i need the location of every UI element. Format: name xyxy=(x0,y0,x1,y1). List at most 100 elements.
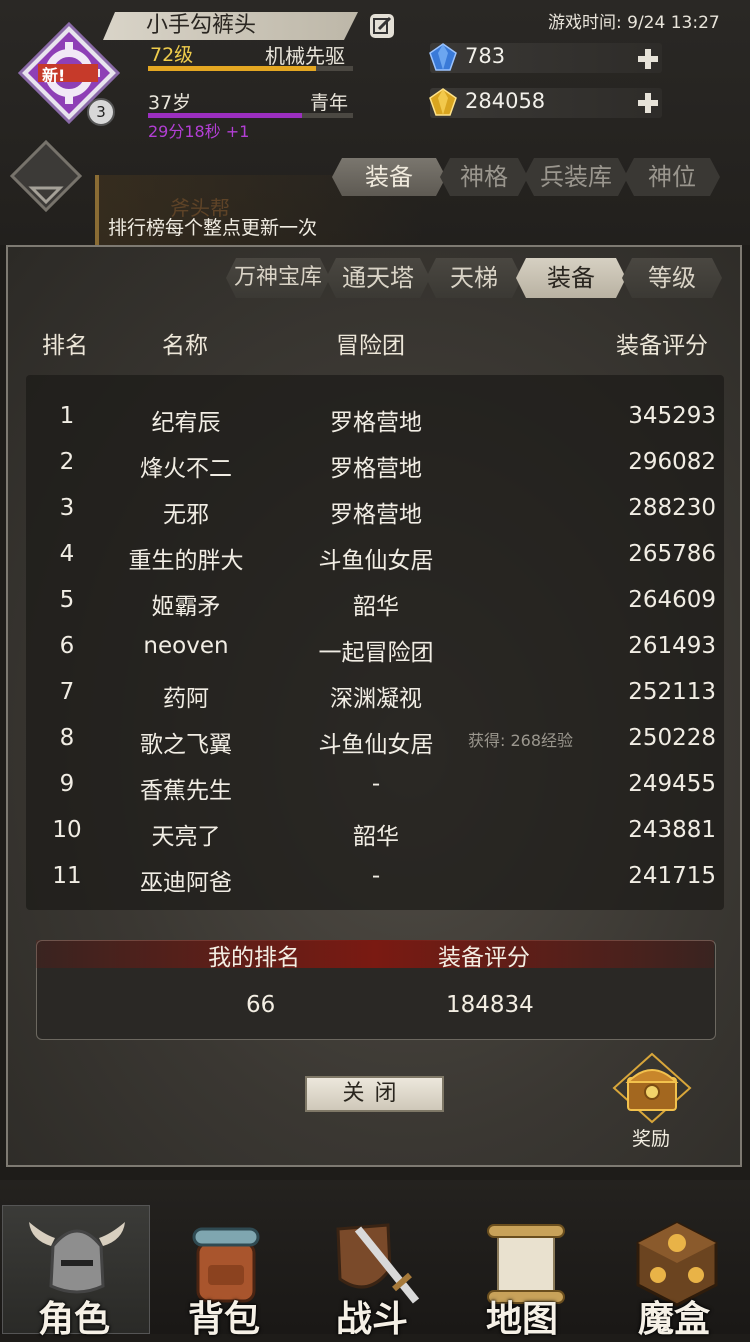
row-score: 345293 xyxy=(628,403,716,429)
top-tab-equipment[interactable]: 装备 xyxy=(332,158,446,196)
my-rank-value: 66 xyxy=(246,992,276,1018)
my-rank-header xyxy=(36,940,714,968)
rank-tab-equipment[interactable]: 装备 xyxy=(516,258,626,298)
row-score: 249455 xyxy=(628,771,716,797)
table-row[interactable]: 5 姬霸矛 韶华 264609 xyxy=(26,578,724,624)
edit-icon[interactable] xyxy=(368,12,396,40)
table-row[interactable]: 10 天亮了 韶华 243881 xyxy=(26,808,724,854)
row-name: 无邪 xyxy=(163,502,209,528)
table-row[interactable]: 1 纪宥辰 罗格营地 345293 xyxy=(26,394,724,440)
row-score: 264609 xyxy=(628,587,716,613)
row-guild: 斗鱼仙女居 xyxy=(318,548,434,574)
player-level: 72级 xyxy=(150,44,194,66)
my-rank-label: 我的排名 xyxy=(208,945,300,971)
player-age: 37岁 xyxy=(148,92,192,114)
close-button[interactable]: 关闭 xyxy=(305,1076,444,1112)
table-row[interactable]: 2 烽火不二 罗格营地 296082 xyxy=(26,440,724,486)
row-rank: 6 xyxy=(59,633,75,659)
treasure-chest-icon[interactable] xyxy=(612,1052,692,1124)
row-rank: 5 xyxy=(59,587,75,613)
player-class: 机械先驱 xyxy=(265,44,345,68)
top-tab-divinity[interactable]: 神格 xyxy=(440,158,528,196)
row-rank: 3 xyxy=(59,495,75,521)
row-rank: 11 xyxy=(52,863,82,889)
table-row[interactable]: 7 药阿 深渊凝视 252113 xyxy=(26,670,724,716)
row-rank: 7 xyxy=(59,679,75,705)
add-diamond-icon[interactable] xyxy=(636,47,660,71)
nav-label-battle: 战斗 xyxy=(336,1299,409,1340)
row-rank: 2 xyxy=(59,449,75,475)
row-score: 241715 xyxy=(628,863,716,889)
row-guild: 一起冒险团 xyxy=(318,640,434,666)
row-guild: 罗格营地 xyxy=(330,456,422,482)
top-tab-armory[interactable]: 兵装库 xyxy=(524,158,628,196)
row-rank: 1 xyxy=(59,403,75,429)
row-guild: 罗格营地 xyxy=(330,410,422,436)
nav-label-map: 地图 xyxy=(486,1299,559,1340)
row-rank: 9 xyxy=(59,771,75,797)
column-header-name: 名称 xyxy=(162,333,208,359)
column-header-score: 装备评分 xyxy=(616,333,708,359)
row-name: 烽火不二 xyxy=(140,456,232,482)
avatar-count-badge: 3 xyxy=(87,98,115,126)
table-row[interactable]: 3 无邪 罗格营地 288230 xyxy=(26,486,724,532)
row-guild: - xyxy=(371,863,381,889)
row-score: 265786 xyxy=(628,541,716,567)
row-rank: 10 xyxy=(52,817,82,843)
row-score: 296082 xyxy=(628,449,716,475)
row-name: 纪宥辰 xyxy=(151,410,221,436)
column-header-guild: 冒险团 xyxy=(336,333,405,359)
row-name: 重生的胖大 xyxy=(128,548,244,574)
row-guild: 韶华 xyxy=(353,824,399,850)
row-rank: 4 xyxy=(59,541,75,567)
rank-tab-level[interactable]: 等级 xyxy=(622,258,722,298)
menu-diamond-icon[interactable] xyxy=(10,140,82,212)
row-name: 巫迪阿爸 xyxy=(140,870,232,896)
my-score-value: 184834 xyxy=(446,992,534,1018)
table-row[interactable]: 11 巫迪阿爸 - 241715 xyxy=(26,854,724,900)
row-guild: 斗鱼仙女居 xyxy=(318,732,434,758)
nav-label-magic-box: 魔盒 xyxy=(638,1299,711,1340)
nav-label-bag: 背包 xyxy=(188,1299,261,1340)
row-name: 香蕉先生 xyxy=(140,778,232,804)
row-score: 243881 xyxy=(628,817,716,843)
rank-update-notice: 排行榜每个整点更新一次 xyxy=(108,217,318,239)
row-guild: 罗格营地 xyxy=(330,502,422,528)
table-row[interactable]: 8 歌之飞翼 斗鱼仙女居 250228 xyxy=(26,716,724,762)
table-row[interactable]: 6 neoven 一起冒险团 261493 xyxy=(26,624,724,670)
row-rank: 8 xyxy=(59,725,75,751)
row-score: 288230 xyxy=(628,495,716,521)
rank-tab-tower[interactable]: 通天塔 xyxy=(326,258,430,298)
avatar-new-badge: 新! xyxy=(42,66,66,85)
add-gold-icon[interactable] xyxy=(636,91,660,115)
row-name: 姬霸矛 xyxy=(151,594,221,620)
nav-label-character: 角色 xyxy=(38,1299,111,1340)
rank-tab-ladder[interactable]: 天梯 xyxy=(426,258,522,298)
player-name: 小手勾裤头 xyxy=(146,13,257,38)
row-guild: - xyxy=(371,771,381,797)
exp-gain-hint: 获得: 268经验 xyxy=(468,731,574,750)
top-tab-god-seat[interactable]: 神位 xyxy=(624,158,720,196)
row-name: neoven xyxy=(143,633,229,659)
game-time: 游戏时间: 9/24 13:27 xyxy=(548,13,720,33)
diamond-count: 783 xyxy=(465,44,506,68)
row-score: 252113 xyxy=(628,679,716,705)
gold-count: 284058 xyxy=(465,89,546,113)
column-header-rank: 排名 xyxy=(42,333,88,359)
row-name: 药阿 xyxy=(163,686,209,712)
row-guild: 深渊凝视 xyxy=(330,686,422,712)
reward-label: 奖励 xyxy=(632,1128,671,1150)
row-guild: 韶华 xyxy=(353,594,399,620)
level-progress-fill xyxy=(148,66,317,71)
row-name: 天亮了 xyxy=(151,824,221,850)
table-row[interactable]: 9 香蕉先生 - 249455 xyxy=(26,762,724,808)
row-score: 250228 xyxy=(628,725,716,751)
row-score: 261493 xyxy=(628,633,716,659)
rank-tab-pantheon-vault[interactable]: 万神宝库 xyxy=(226,258,330,298)
row-name: 歌之飞翼 xyxy=(140,732,232,758)
table-row[interactable]: 4 重生的胖大 斗鱼仙女居 265786 xyxy=(26,532,724,578)
gold-gem-icon xyxy=(429,88,457,116)
my-score-label: 装备评分 xyxy=(438,945,530,971)
blue-gem-icon xyxy=(429,43,457,71)
player-life-stage: 青年 xyxy=(310,92,349,114)
